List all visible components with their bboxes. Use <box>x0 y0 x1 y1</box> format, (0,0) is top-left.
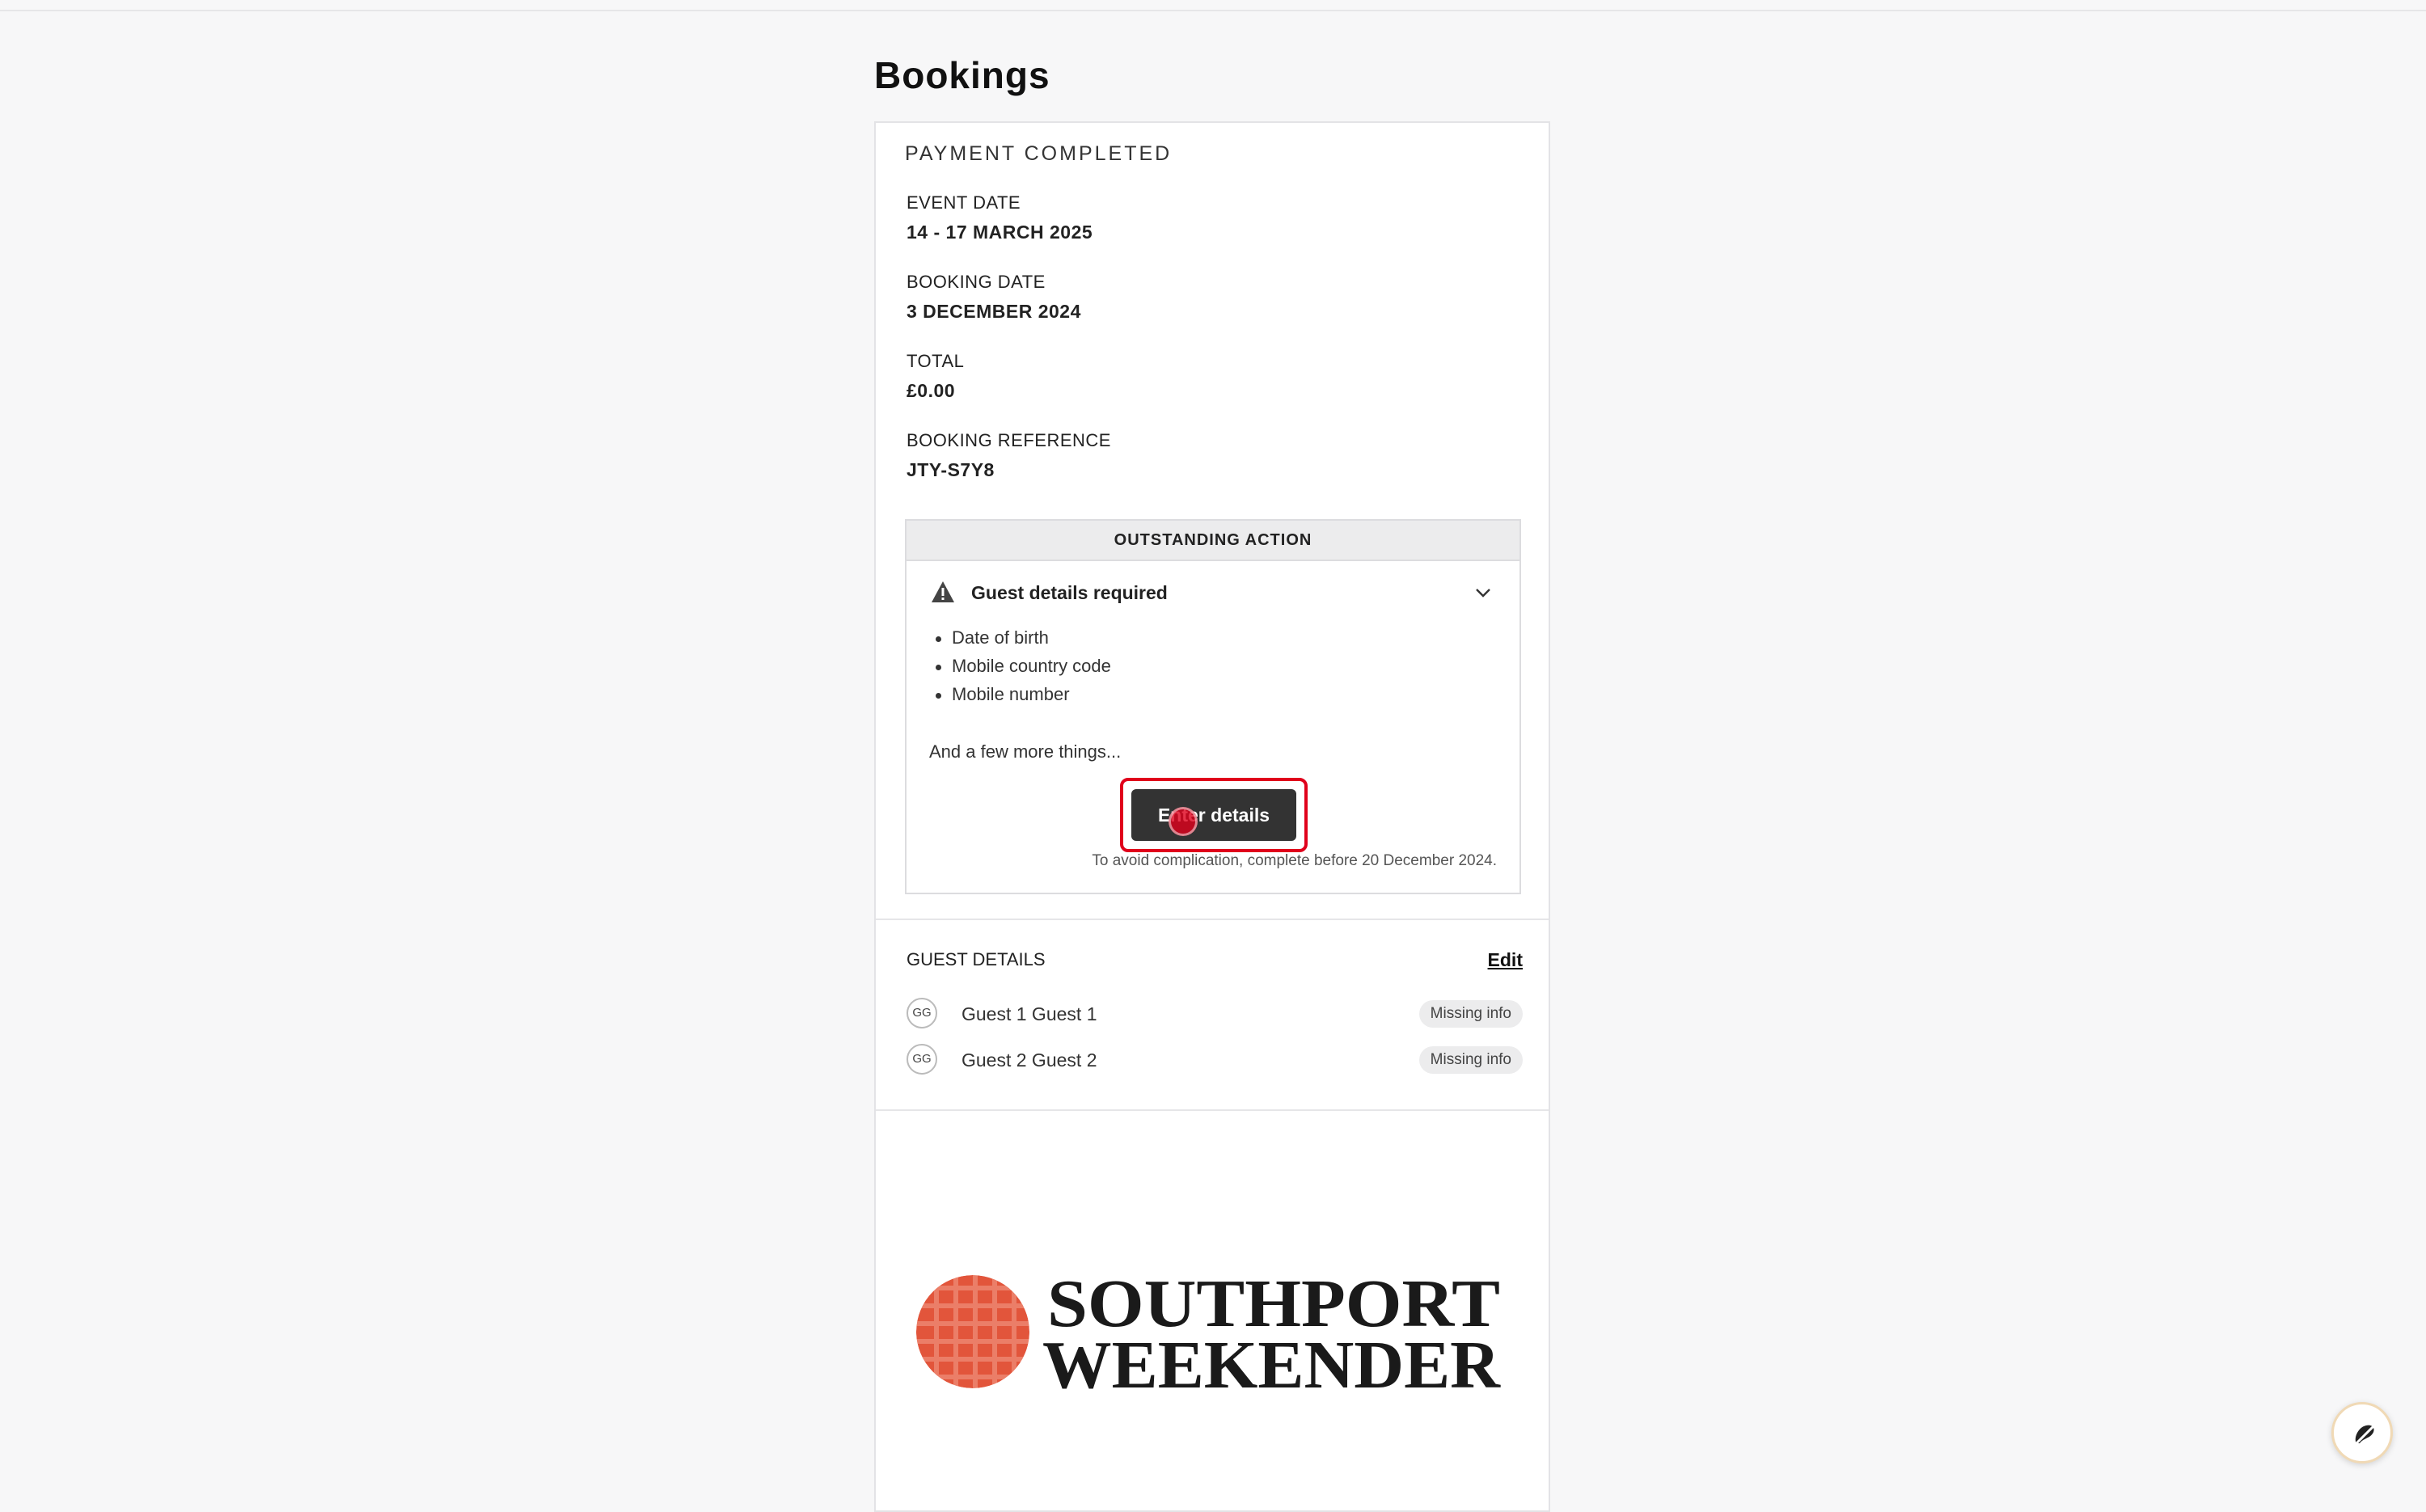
list-item: Date of birth <box>931 627 1111 656</box>
avatar: GG <box>907 1044 937 1075</box>
missing-info-badge: Missing info <box>1418 1000 1523 1028</box>
warning-icon <box>932 581 954 602</box>
booking-date-label: BOOKING DATE <box>907 272 1046 292</box>
click-indicator <box>1169 807 1198 836</box>
total-label: TOTAL <box>907 351 965 371</box>
more-things-text: And a few more things... <box>929 741 1122 762</box>
divider <box>876 1109 1549 1111</box>
page-title: Bookings <box>874 54 1050 96</box>
chevron-down-icon[interactable] <box>1473 582 1494 603</box>
list-item: Mobile number <box>931 684 1111 712</box>
top-bar <box>0 0 2426 11</box>
action-title: Guest details required <box>971 582 1168 603</box>
outstanding-action-header: OUTSTANDING ACTION <box>907 521 1519 561</box>
total-field: TOTAL £0.00 <box>907 351 964 402</box>
event-date-value: 14 - 17 MARCH 2025 <box>907 222 1093 243</box>
deadline-text: To avoid complication, complete before 2… <box>1092 852 1497 869</box>
booking-reference-field: BOOKING REFERENCE JTY-S7Y8 <box>907 430 1111 481</box>
booking-reference-label: BOOKING REFERENCE <box>907 430 1111 450</box>
enter-details-button[interactable]: Enter details <box>1131 789 1296 841</box>
missing-info-badge: Missing info <box>1418 1046 1523 1074</box>
divider <box>876 919 1549 920</box>
outstanding-action-panel: OUTSTANDING ACTION Guest details require… <box>905 519 1521 894</box>
guest-name: Guest 1 Guest 1 <box>962 1003 1097 1024</box>
booking-status: PAYMENT COMPLETED <box>905 142 1173 165</box>
guest-row[interactable]: GG Guest 1 Guest 1 Missing info <box>907 998 1523 1033</box>
enter-details-highlight: Enter details <box>1120 778 1308 852</box>
guest-name: Guest 2 Guest 2 <box>962 1050 1097 1071</box>
guest-details-label: GUEST DETAILS <box>907 949 1046 969</box>
avatar: GG <box>907 998 937 1028</box>
booking-date-field: BOOKING DATE 3 DECEMBER 2024 <box>907 272 1081 323</box>
guest-row[interactable]: GG Guest 2 Guest 2 Missing info <box>907 1044 1523 1079</box>
booking-reference-value: JTY-S7Y8 <box>907 459 995 480</box>
missing-details-list: Date of birth Mobile country code Mobile… <box>931 627 1111 712</box>
booking-card: PAYMENT COMPLETED EVENT DATE 14 - 17 MAR… <box>874 121 1550 1512</box>
total-value: £0.00 <box>907 380 956 401</box>
logo-line-2: WEEKENDER <box>1042 1328 1501 1392</box>
help-chat-button[interactable] <box>2331 1402 2393 1463</box>
help-chat-icon <box>2352 1422 2377 1448</box>
list-item: Mobile country code <box>931 656 1111 684</box>
edit-guests-link[interactable]: Edit <box>1488 949 1523 971</box>
southport-weekender-logo: SOUTHPORT WEEKENDER <box>916 1271 1501 1392</box>
event-date-label: EVENT DATE <box>907 192 1021 213</box>
guest-details-required-toggle[interactable]: Guest details required <box>931 581 1495 608</box>
guest-details-header: GUEST DETAILS Edit <box>907 949 1523 970</box>
event-date-field: EVENT DATE 14 - 17 MARCH 2025 <box>907 192 1093 243</box>
booking-date-value: 3 DECEMBER 2024 <box>907 301 1081 322</box>
